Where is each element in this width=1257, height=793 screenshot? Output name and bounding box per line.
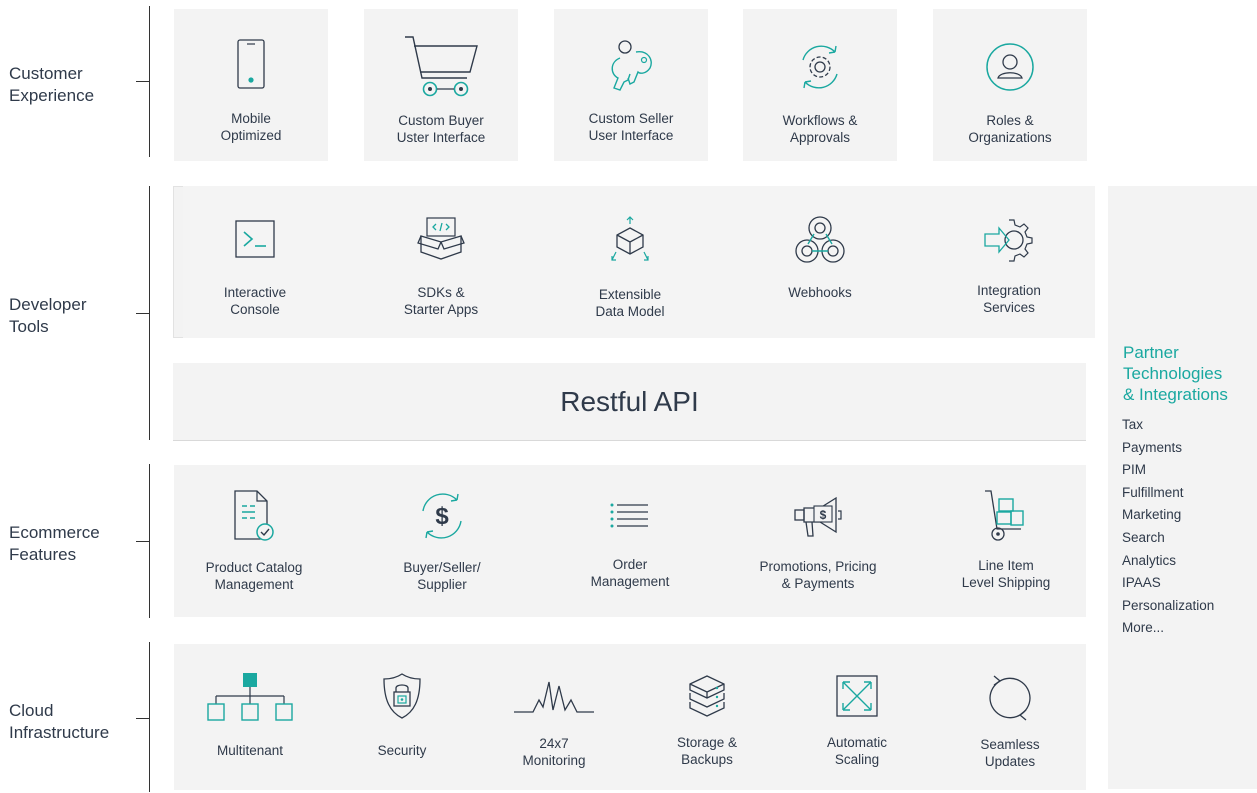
ecommerce-item-order: Order Management — [555, 502, 705, 590]
developer-item-label: Interactive Console — [223, 285, 287, 317]
svg-text:$: $ — [820, 508, 827, 522]
layer-label-ecommerce-features: Ecommerce Features — [9, 523, 100, 564]
mobile-phone-icon — [237, 39, 265, 89]
megaphone-icon: $ — [794, 496, 842, 537]
restful-api-bar: Restful API — [173, 363, 1086, 441]
developer-item-label: SDKs & Starter Apps — [403, 285, 479, 317]
partner-list-item: Search — [1122, 529, 1165, 545]
ecommerce-item-buyer-seller: $ Buyer/Seller/ Supplier — [367, 491, 517, 593]
cloud-item-security: Security — [327, 672, 477, 759]
shopping-cart-icon — [405, 36, 478, 97]
cloud-item-label: Security — [377, 743, 427, 758]
code-box-icon — [417, 217, 465, 260]
customer-item-mobile: Mobile Optimized — [174, 38, 328, 144]
pulse-icon — [514, 681, 594, 713]
user-icon — [986, 43, 1034, 91]
ecommerce-item-catalog: Product Catalog Management — [179, 489, 329, 593]
developer-item-data-model: Extensible Data Model — [555, 216, 705, 320]
developer-item-label: Extensible Data Model — [595, 287, 665, 319]
cloud-item-updates: Seamless Updates — [935, 674, 1085, 770]
cloud-item-multitenant: Multitenant — [175, 672, 325, 759]
cloud-item-label: Multitenant — [216, 743, 284, 758]
ecommerce-item-label: Promotions, Pricing & Payments — [759, 559, 877, 591]
shield-lock-icon — [383, 673, 421, 719]
list-icon — [610, 503, 648, 528]
gear-cycle-icon — [802, 45, 838, 89]
partner-list-item: Personalization — [1122, 597, 1215, 613]
customer-item-label: Roles & Organizations — [968, 113, 1052, 145]
integration-gear-icon — [984, 219, 1033, 262]
partner-list-item: Marketing — [1122, 507, 1182, 523]
bracket-tick-ecommerce — [136, 541, 150, 542]
partner-list-item: IPAAS — [1122, 575, 1161, 591]
bracket-tick-customer — [136, 81, 150, 82]
customer-item-label: Mobile Optimized — [220, 111, 282, 143]
partner-list: Tax Payments PIM Fulfillment Marketing S… — [1122, 414, 1214, 640]
customer-item-buyer-ui: Custom Buyer Uster Interface — [364, 34, 518, 146]
customer-item-seller-ui: Custom Seller User Interface — [554, 38, 708, 144]
svg-text:$: $ — [435, 503, 449, 530]
partner-list-item: Analytics — [1122, 552, 1177, 568]
ecommerce-item-label: Product Catalog Management — [205, 560, 303, 592]
customer-item-roles: Roles & Organizations — [933, 42, 1087, 146]
developer-item-sdks: SDKs & Starter Apps — [366, 216, 516, 318]
terminal-icon — [235, 220, 275, 258]
ecommerce-item-label: Line Item Level Shipping — [961, 558, 1051, 590]
ecommerce-item-promotions: $ Promotions, Pricing & Payments — [743, 494, 893, 592]
partner-list-item: Payments — [1122, 439, 1183, 455]
cloud-item-storage: Storage & Backups — [632, 674, 782, 768]
cloud-item-label: 24x7 Monitoring — [522, 736, 586, 768]
cloud-item-label: Storage & Backups — [676, 735, 738, 767]
partner-list-item: More... — [1122, 620, 1165, 636]
developer-item-console: Interactive Console — [180, 220, 330, 318]
layer-label-customer-experience: Customer Experience — [9, 64, 95, 105]
partner-list-item: PIM — [1122, 462, 1147, 478]
bracket-tick-cloud — [136, 718, 150, 719]
document-check-icon — [234, 490, 274, 541]
cloud-item-monitoring: 24x7 Monitoring — [479, 680, 629, 769]
customer-item-label: Custom Buyer Uster Interface — [396, 113, 486, 145]
cube-icon — [611, 216, 649, 261]
bracket-cloud — [149, 642, 150, 792]
hierarchy-icon — [207, 673, 293, 721]
dollar-cycle-icon: $ — [422, 493, 462, 539]
ecommerce-item-label: Order Management — [590, 557, 670, 589]
cloud-item-label: Seamless Updates — [980, 737, 1040, 769]
layer-label-cloud-infrastructure: Cloud Infrastructure — [9, 701, 110, 742]
cloud-item-scaling: Automatic Scaling — [782, 674, 932, 768]
developer-item-webhooks: Webhooks — [745, 214, 895, 301]
developer-item-integration: Integration Services — [934, 216, 1084, 316]
scale-arrows-icon — [836, 675, 878, 717]
customer-item-label: Custom Seller User Interface — [588, 111, 674, 143]
server-stack-icon — [689, 675, 725, 717]
partner-list-item: Fulfillment — [1122, 484, 1184, 500]
customer-item-workflows: Workflows & Approvals — [743, 42, 897, 146]
layer-label-developer-tools: Developer Tools — [9, 295, 87, 336]
keys-icon — [611, 40, 652, 91]
customer-item-label: Workflows & Approvals — [782, 113, 858, 145]
ecommerce-item-label: Buyer/Seller/ Supplier — [403, 560, 481, 592]
ecommerce-item-shipping: Line Item Level Shipping — [931, 489, 1081, 591]
webhook-icon — [795, 216, 845, 263]
hand-truck-icon — [985, 490, 1024, 541]
partner-title: Partner Technologies & Integrations — [1123, 343, 1228, 404]
cloud-item-label: Automatic Scaling — [826, 735, 888, 767]
bracket-tick-developer — [136, 313, 150, 314]
partner-list-item: Tax — [1122, 417, 1144, 432]
developer-item-label: Webhooks — [788, 285, 852, 300]
developer-item-label: Integration Services — [977, 283, 1041, 315]
refresh-icon — [989, 675, 1031, 721]
